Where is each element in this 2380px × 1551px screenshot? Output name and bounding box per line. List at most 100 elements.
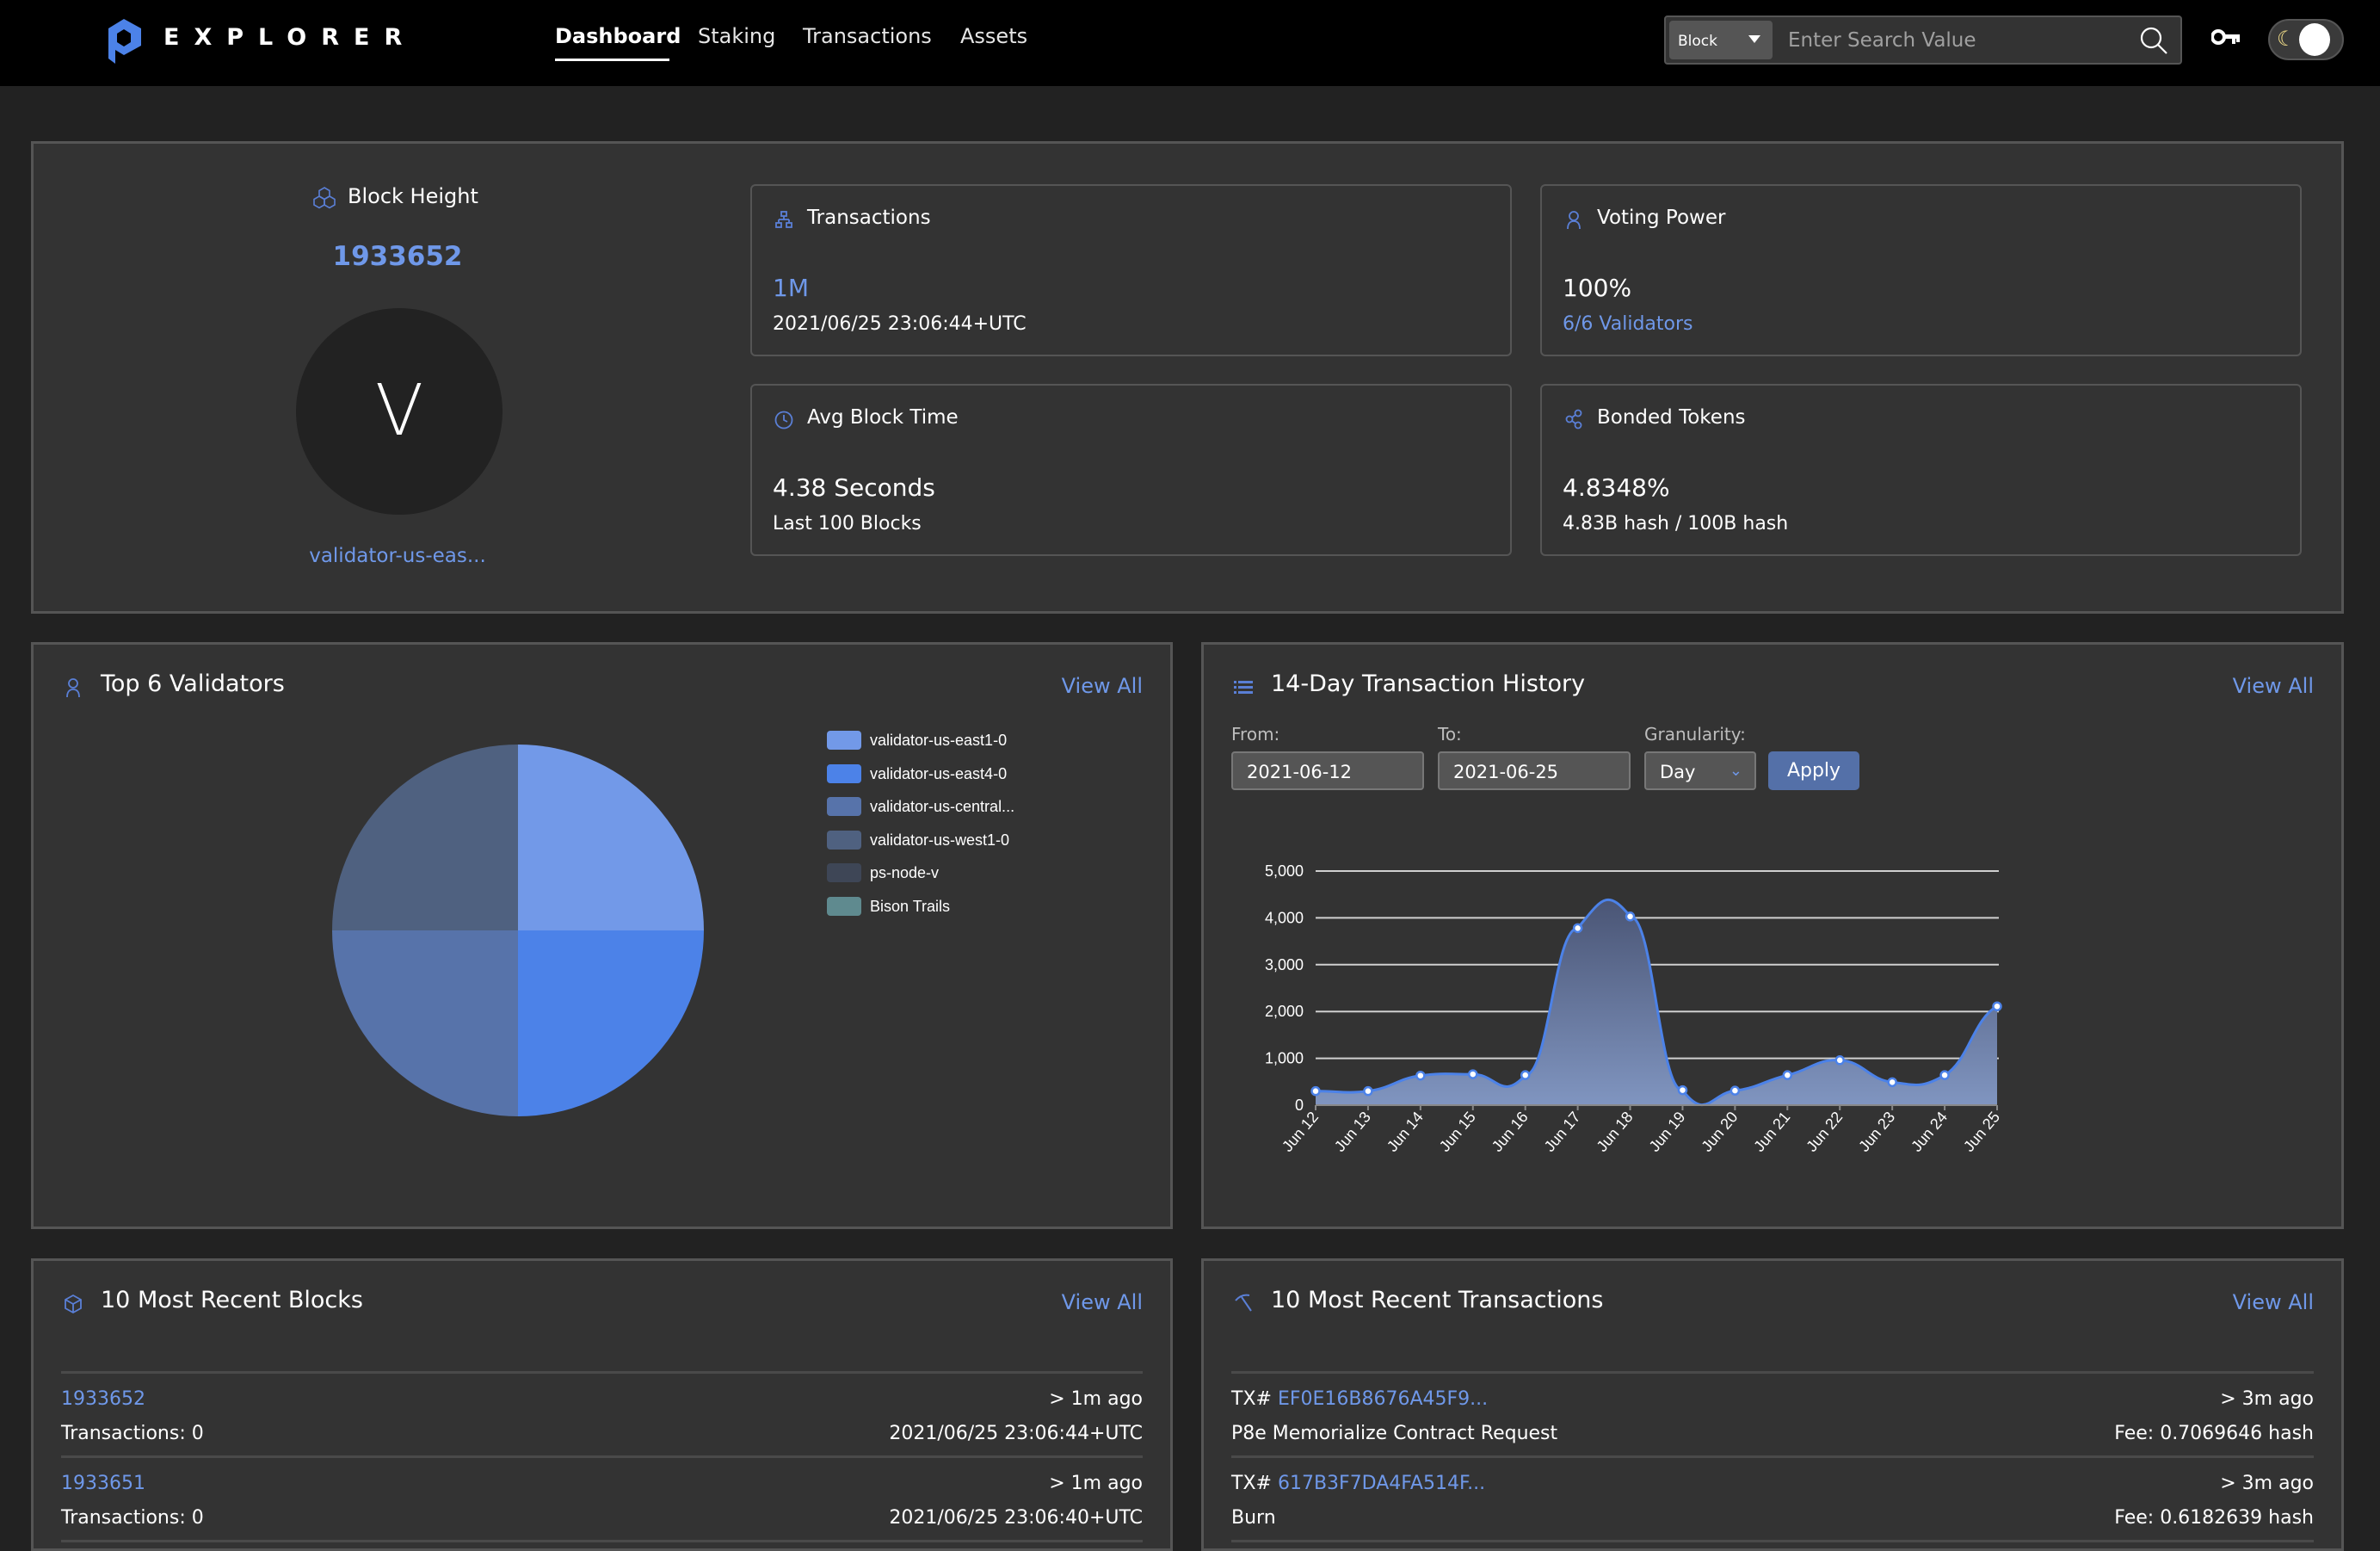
legend-swatch [827,797,861,816]
y-tick-label: 3,000 [1265,956,1304,973]
stat-value: 4.8348% [1563,473,1670,502]
tx-hash-link[interactable]: EF0E16B8676A45F9... [1278,1388,1488,1410]
tx-hash-link[interactable]: 617B3F7DA4FA514F... [1278,1473,1485,1494]
tx-prefix: TX# [1231,1473,1272,1494]
data-point[interactable] [1468,1069,1478,1079]
search-type-select[interactable]: Block [1669,21,1773,59]
x-tick-label: Jun 12 [1279,1109,1322,1155]
x-tick-label: Jun 25 [1960,1109,2003,1155]
tx-hash-line: TX# 617B3F7DA4FA514F... [1231,1473,1485,1494]
network-icon [775,211,792,228]
data-point[interactable] [1520,1070,1531,1080]
moon-icon: ☾ [2277,27,2296,51]
stat-title: Avg Block Time [807,406,959,429]
stat-title: Bonded Tokens [1597,406,1746,429]
brand-name[interactable]: EXPLORER [163,24,416,51]
search-type-value: Block [1678,33,1717,50]
x-tick-label: Jun 16 [1489,1109,1532,1155]
tx-type: P8e Memorialize Contract Request [1231,1423,1558,1444]
nav-assets[interactable]: Assets [960,24,1027,48]
legend-swatch [827,830,861,850]
data-point[interactable] [1887,1077,1897,1088]
search-input[interactable] [1788,24,2115,57]
block-height-link[interactable]: 1933652 [61,1388,145,1410]
tx-fee: Fee: 0.6182639 hash [2114,1507,2314,1529]
row-divider [1231,1371,2314,1374]
theme-toggle[interactable]: ☾ [2268,19,2344,60]
legend-swatch [827,863,861,882]
stat-value: 4.38 Seconds [773,473,935,502]
legend-label: validator-us-central... [870,798,1015,815]
pie-slice-validator-us-west1-0[interactable] [332,745,518,930]
proposer-validator-link[interactable]: validator-us-eas... [268,545,527,567]
block-height-value[interactable]: 1933652 [311,241,484,272]
x-tick-label: Jun 13 [1331,1109,1374,1155]
validators-link[interactable]: 6/6 Validators [1563,313,1693,335]
stat-card-transactions: Transactions 1M 2021/06/25 23:06:44+UTC [750,184,1512,356]
y-tick-label: 4,000 [1265,909,1304,926]
pie-slice-validator-us-east4-0[interactable] [518,930,704,1116]
pie-slice-validator-us-east1-0[interactable] [518,745,704,930]
clock-icon [774,411,793,429]
data-point[interactable] [1625,911,1636,922]
data-point[interactable] [1677,1084,1688,1096]
block-age: > 1m ago [1049,1473,1143,1494]
data-point[interactable] [1782,1070,1793,1080]
x-tick-label: Jun 23 [1855,1109,1898,1155]
x-tick-label: Jun 14 [1384,1109,1427,1155]
tx-prefix: TX# [1231,1388,1272,1410]
nav-dashboard[interactable]: Dashboard [555,24,681,48]
row-divider [61,1455,1143,1458]
panel-title: 10 Most Recent Blocks [101,1287,363,1313]
legend-swatch [827,763,861,783]
nav-transactions[interactable]: Transactions [803,24,932,48]
stat-card-avg-block-time: Avg Block Time 4.38 Seconds Last 100 Blo… [750,384,1512,556]
legend-label: validator-us-west1-0 [870,831,1010,849]
row-divider [1231,1455,2314,1458]
tx-age: > 3m ago [2220,1473,2314,1494]
data-point[interactable] [1939,1070,1950,1080]
block-height-link[interactable]: 1933651 [61,1473,145,1494]
view-all-transactions-link[interactable]: View All [2233,1290,2314,1314]
cube-icon [65,1294,82,1314]
data-point[interactable] [1415,1070,1426,1081]
tx-hash-line: TX# EF0E16B8676A45F9... [1231,1388,1488,1410]
nav-active-underline [555,59,669,61]
x-tick-label: Jun 21 [1750,1109,1793,1155]
block-tx-count: Transactions: 0 [61,1423,204,1444]
validator-avatar: V [296,308,503,515]
block-height-label: Block Height [348,184,478,208]
data-point[interactable] [1834,1055,1845,1066]
pie-slice-validator-us-central-[interactable] [332,930,518,1116]
stat-title: Voting Power [1597,207,1726,229]
block-tx-count: Transactions: 0 [61,1507,204,1529]
recent-transactions-panel: 10 Most Recent Transactions View All TX#… [1201,1258,2344,1551]
data-point[interactable] [1572,923,1583,934]
data-point[interactable] [1363,1085,1373,1097]
nav-staking[interactable]: Staking [698,24,775,48]
stat-subtext: Last 100 Blocks [773,513,922,535]
x-tick-label: Jun 22 [1803,1109,1846,1155]
data-point[interactable] [1992,1001,2002,1011]
view-all-blocks-link[interactable]: View All [1062,1290,1143,1314]
key-icon[interactable] [2211,28,2241,46]
caret-down-icon [1748,35,1760,43]
search-icon[interactable] [2139,26,2168,55]
y-tick-label: 5,000 [1265,862,1304,880]
data-point[interactable] [1310,1085,1321,1097]
stat-card-bonded-tokens: Bonded Tokens 4.8348% 4.83B hash / 100B … [1540,384,2302,556]
provenance-logo-icon[interactable] [107,19,141,64]
row-divider [1231,1540,2314,1542]
stat-subtext: 2021/06/25 23:06:44+UTC [773,313,1027,335]
y-tick-label: 0 [1295,1097,1304,1114]
top-nav-bar: EXPLORER Dashboard Staking Transactions … [0,0,2380,86]
legend-label: validator-us-east4-0 [870,764,1008,782]
block-timestamp: 2021/06/25 23:06:44+UTC [889,1423,1143,1444]
data-point[interactable] [1730,1085,1741,1096]
legend-swatch [827,896,861,916]
transaction-history-chart: 01,0002,0003,0004,0005,000Jun 12 Jun 13 Ju… [1265,862,2003,1155]
transaction-history-panel: 14-Day Transaction History View All From… [1201,642,2344,1229]
row-divider [61,1371,1143,1374]
legend-label: validator-us-east1-0 [870,732,1008,749]
panel-title: 10 Most Recent Transactions [1271,1287,1604,1313]
